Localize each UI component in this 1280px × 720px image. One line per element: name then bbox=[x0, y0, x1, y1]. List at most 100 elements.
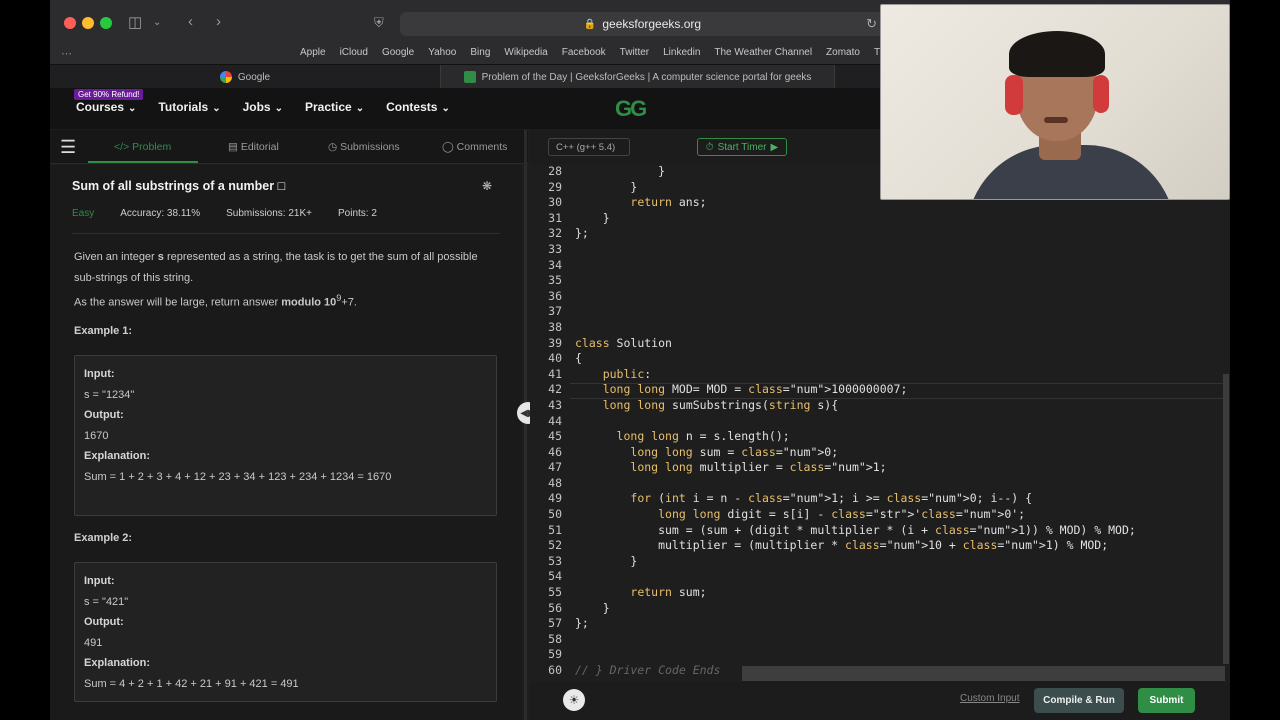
line-number: 31 bbox=[548, 210, 562, 225]
code-line[interactable]: long long MOD= MOD = class="num">1000000… bbox=[575, 382, 1225, 398]
divider bbox=[72, 233, 500, 234]
bookmark-item[interactable]: iCloud bbox=[340, 47, 368, 58]
code-line[interactable] bbox=[575, 289, 1225, 305]
tab-editorial[interactable]: ▤ Editorial bbox=[228, 141, 279, 153]
bookmark-item[interactable]: Zomato bbox=[826, 47, 860, 58]
code-line[interactable]: } bbox=[575, 554, 1225, 570]
bug-report-icon[interactable]: ❋ bbox=[482, 179, 492, 193]
gfg-logo[interactable]: GG bbox=[615, 96, 647, 122]
webcam-overlay bbox=[880, 4, 1230, 200]
grid-icon[interactable]: ⋯ bbox=[61, 47, 72, 60]
bookmark-item[interactable]: Bing bbox=[470, 47, 490, 58]
panel-splitter[interactable] bbox=[524, 130, 527, 720]
bookmark-item[interactable]: Wikipedia bbox=[504, 47, 547, 58]
chevron-down-icon[interactable]: ⌄ bbox=[153, 17, 161, 28]
line-number: 40 bbox=[548, 351, 562, 366]
line-number: 38 bbox=[548, 319, 562, 334]
maximize-window-button[interactable] bbox=[100, 17, 112, 29]
code-line[interactable]: public: bbox=[575, 367, 1225, 383]
compile-run-button[interactable]: Compile & Run bbox=[1034, 688, 1124, 713]
address-bar[interactable]: 🔒 geeksforgeeks.org ↻ bbox=[400, 12, 885, 36]
nav-item-label: Courses bbox=[76, 100, 125, 114]
example-1-title: Example 1: bbox=[74, 325, 133, 337]
vertical-scrollbar[interactable] bbox=[1223, 374, 1229, 664]
hamburger-menu-icon[interactable]: ☰ bbox=[60, 137, 76, 158]
code-line[interactable]: for (int i = n - class="num">1; i >= cla… bbox=[575, 491, 1225, 507]
code-line[interactable] bbox=[575, 320, 1225, 336]
code-line[interactable]: { bbox=[575, 351, 1225, 367]
nav-item-tutorials[interactable]: Tutorials ⌄ bbox=[158, 100, 220, 114]
lightbulb-icon[interactable]: ☀ bbox=[563, 689, 585, 711]
code-line[interactable] bbox=[575, 476, 1225, 492]
line-number: 58 bbox=[548, 631, 562, 646]
line-number: 34 bbox=[548, 257, 562, 272]
tab-problem-of-the-day[interactable]: Problem of the Day | GeeksforGeeks | A c… bbox=[440, 65, 835, 89]
close-window-button[interactable] bbox=[64, 17, 76, 29]
code-line[interactable] bbox=[575, 258, 1225, 274]
bookmark-list: Apple iCloud Google Yahoo Bing Wikipedia Faceb… bbox=[300, 47, 910, 58]
line-number: 51 bbox=[548, 522, 562, 537]
nav-item-jobs[interactable]: Jobs ⌄ bbox=[243, 100, 283, 114]
code-line[interactable] bbox=[575, 647, 1225, 663]
refund-badge[interactable]: Get 90% Refund! bbox=[74, 89, 144, 100]
line-number: 39 bbox=[548, 335, 562, 350]
language-select[interactable]: C++ (g++ 5.4) bbox=[548, 138, 630, 156]
example-2-title: Example 2: bbox=[74, 532, 133, 544]
code-line[interactable]: sum = (sum + (digit * multiplier * (i + … bbox=[575, 523, 1225, 539]
code-line[interactable]: }; bbox=[575, 226, 1225, 242]
chevron-down-icon: ⌄ bbox=[355, 103, 365, 114]
output-label: Output: bbox=[84, 409, 124, 421]
code-line[interactable]: }; bbox=[575, 616, 1225, 632]
explanation-value: Sum = 1 + 2 + 3 + 4 + 12 + 23 + 34 + 123… bbox=[84, 470, 392, 483]
line-number: 49 bbox=[548, 491, 562, 506]
code-area[interactable]: } } return ans; }}; class Solution{ publi… bbox=[575, 164, 1225, 679]
bookmark-item[interactable]: The Weather Channel bbox=[714, 47, 812, 58]
active-tab-indicator bbox=[88, 161, 198, 163]
code-line[interactable]: long long n = s.length(); bbox=[575, 429, 1225, 445]
bookmark-item[interactable]: Linkedin bbox=[663, 47, 700, 58]
start-timer-label: Start Timer bbox=[717, 141, 767, 153]
nav-item-contests[interactable]: Contests ⌄ bbox=[386, 100, 450, 114]
code-line[interactable] bbox=[575, 632, 1225, 648]
minimize-window-button[interactable] bbox=[82, 17, 94, 29]
bookmark-item[interactable]: Apple bbox=[300, 47, 326, 58]
tab-problem[interactable]: </> Problem bbox=[114, 141, 171, 153]
tab-comments[interactable]: ◯ Comments bbox=[442, 141, 507, 153]
tab-google[interactable]: Google bbox=[50, 65, 440, 89]
reload-icon[interactable]: ↻ bbox=[866, 16, 877, 32]
code-line[interactable]: return sum; bbox=[575, 585, 1225, 601]
code-line[interactable] bbox=[575, 414, 1225, 430]
bookmark-item[interactable]: Google bbox=[382, 47, 414, 58]
code-line[interactable] bbox=[575, 242, 1225, 258]
code-line[interactable] bbox=[575, 273, 1225, 289]
input-value: s = "1234" bbox=[84, 388, 135, 401]
code-line[interactable]: class Solution bbox=[575, 336, 1225, 352]
forward-arrow-icon[interactable]: › bbox=[216, 13, 221, 30]
bookmark-icon[interactable]: □ bbox=[278, 179, 286, 193]
nav-item-practice[interactable]: Practice ⌄ bbox=[305, 100, 364, 114]
sidebar-toggle-icon[interactable]: ◫ bbox=[128, 13, 142, 31]
submit-button[interactable]: Submit bbox=[1138, 688, 1195, 713]
code-line[interactable] bbox=[575, 304, 1225, 320]
code-line[interactable]: long long sum = class="num">0; bbox=[575, 445, 1225, 461]
bookmark-item[interactable]: Facebook bbox=[562, 47, 606, 58]
code-line[interactable]: } bbox=[575, 211, 1225, 227]
tab-submissions[interactable]: ◷ Submissions bbox=[328, 141, 400, 153]
bookmark-item[interactable]: Twitter bbox=[620, 47, 649, 58]
code-line[interactable] bbox=[575, 569, 1225, 585]
code-line[interactable]: } bbox=[575, 601, 1225, 617]
back-arrow-icon[interactable]: ‹ bbox=[188, 13, 193, 30]
privacy-shield-icon[interactable]: ⛨ bbox=[374, 15, 384, 31]
bookmark-item[interactable]: Yahoo bbox=[428, 47, 456, 58]
code-editor[interactable]: 28 29 30 31 32 33 34 35 36 37 38 39 40 41 42 43 44 45 46 47… bbox=[530, 164, 1230, 682]
custom-input-link[interactable]: Custom Input bbox=[960, 693, 1019, 704]
code-line[interactable]: multiplier = (multiplier * class="num">1… bbox=[575, 538, 1225, 554]
code-line[interactable]: long long multiplier = class="num">1; bbox=[575, 460, 1225, 476]
code-line[interactable]: long long sumSubstrings(string s){ bbox=[575, 398, 1225, 414]
horizontal-scrollbar[interactable] bbox=[742, 666, 1225, 681]
nav-item-courses[interactable]: Courses ⌄ bbox=[76, 100, 136, 114]
line-number: 29 bbox=[548, 179, 562, 194]
code-line[interactable]: long long digit = s[i] - class="str">'cl… bbox=[575, 507, 1225, 523]
start-timer-button[interactable]: ⏱ Start Timer ▶ bbox=[697, 138, 787, 156]
chevron-down-icon: ⌄ bbox=[441, 103, 450, 114]
